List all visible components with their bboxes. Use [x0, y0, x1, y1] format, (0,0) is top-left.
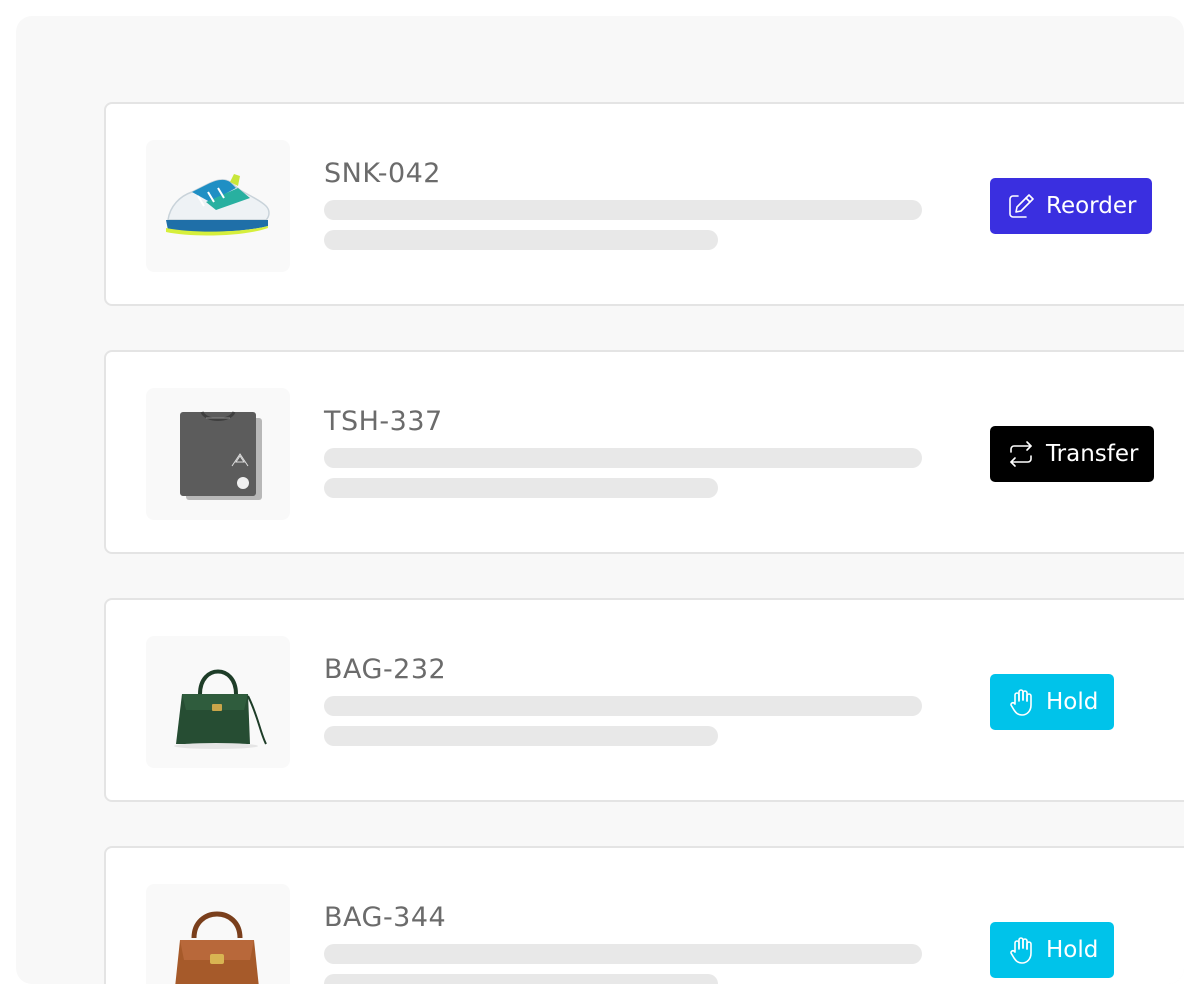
transfer-icon — [1006, 439, 1036, 469]
list-item: TSH-337 Transfer — [104, 350, 1184, 554]
item-sku: SNK-042 — [324, 158, 441, 189]
tshirt-image — [180, 411, 262, 500]
skeleton-line — [324, 944, 922, 964]
hold-button[interactable]: Hold — [990, 922, 1115, 978]
skeleton-line — [324, 200, 922, 220]
brown-handbag-image — [175, 911, 259, 984]
edit-icon — [1006, 191, 1036, 221]
hold-button-label: Hold — [1046, 689, 1099, 715]
reorder-button-label: Reorder — [1046, 193, 1137, 219]
skeleton-line — [324, 974, 718, 984]
skeleton-line — [324, 696, 922, 716]
item-sku: BAG-344 — [324, 902, 447, 933]
sneaker-image — [166, 174, 270, 236]
product-thumbnail — [146, 884, 290, 984]
skeleton-line — [324, 448, 922, 468]
product-thumbnail — [146, 636, 290, 768]
hold-button-label: Hold — [1046, 937, 1099, 963]
hold-button[interactable]: Hold — [990, 674, 1115, 730]
list-item: BAG-232 Hold — [104, 598, 1184, 802]
transfer-button[interactable]: Transfer — [990, 426, 1155, 482]
product-thumbnail — [146, 388, 290, 520]
list-item: BAG-344 Hold — [104, 846, 1184, 984]
skeleton-line — [324, 726, 718, 746]
reorder-button[interactable]: Reorder — [990, 178, 1153, 234]
transfer-button-label: Transfer — [1046, 441, 1139, 467]
hand-icon — [1006, 687, 1036, 717]
list-item: SNK-042 Reorder — [104, 102, 1184, 306]
green-handbag-image — [174, 669, 267, 749]
skeleton-line — [324, 230, 718, 250]
product-thumbnail — [146, 140, 290, 272]
inventory-panel: SNK-042 Reorder TSH-337 Transfer BAG-232… — [16, 16, 1184, 984]
hand-icon — [1006, 935, 1036, 965]
item-sku: TSH-337 — [324, 406, 443, 437]
skeleton-line — [324, 478, 718, 498]
item-sku: BAG-232 — [324, 654, 447, 685]
